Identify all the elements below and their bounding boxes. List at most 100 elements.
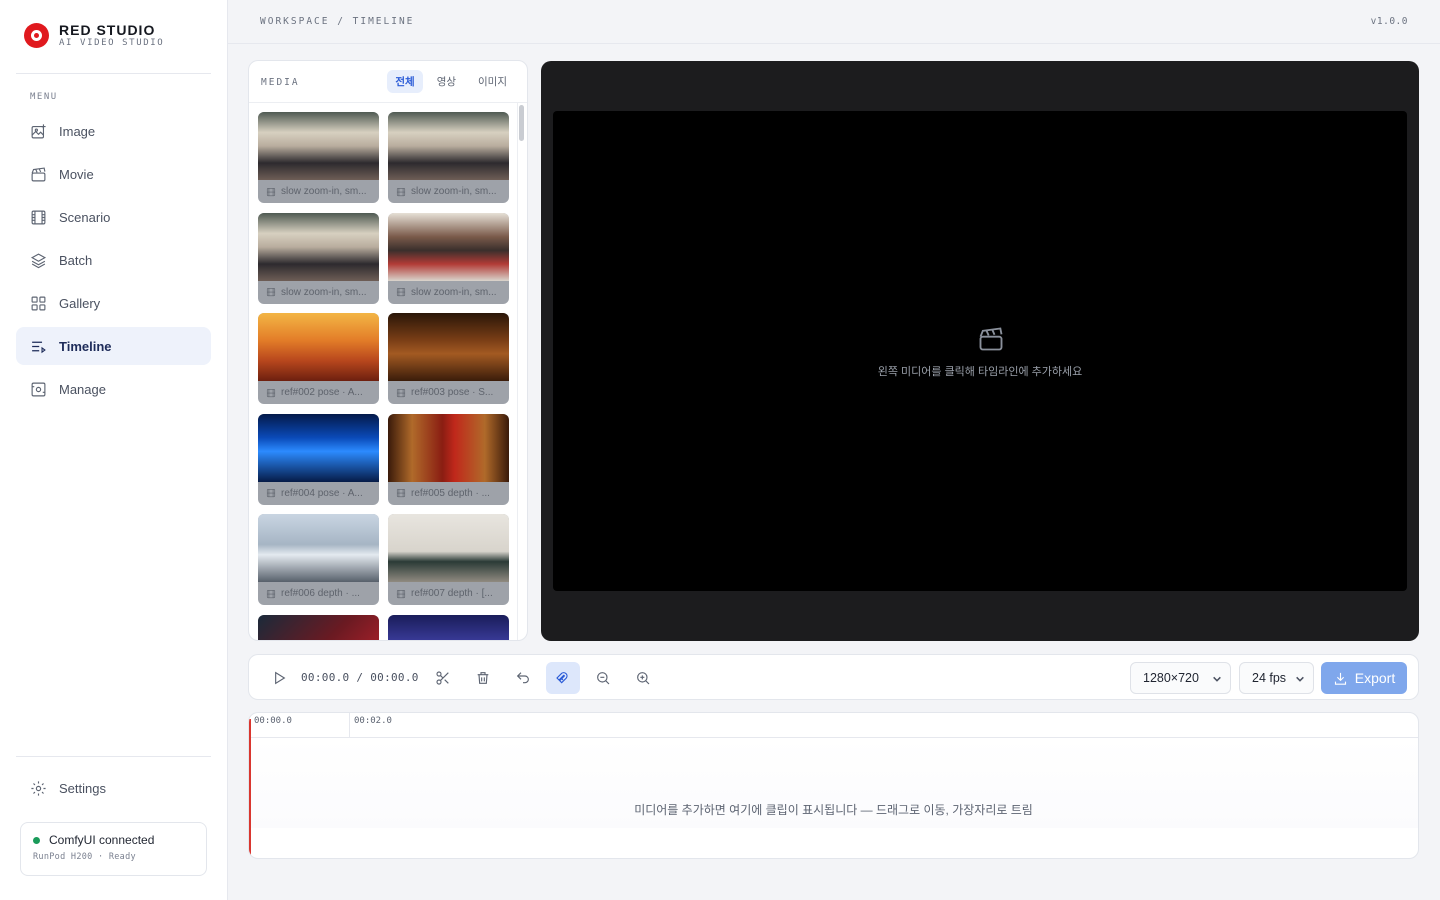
media-card[interactable]: slow zoom-in, sm... (388, 112, 509, 203)
media-caption: slow zoom-in, sm... (388, 281, 509, 304)
undo-button[interactable] (506, 662, 540, 694)
media-thumbnail (388, 614, 509, 640)
brand[interactable]: RED STUDIO AI VIDEO STUDIO (24, 22, 164, 49)
sidebar-item-settings[interactable]: Settings (16, 769, 211, 807)
brand-subtitle: AI VIDEO STUDIO (59, 38, 165, 48)
media-thumbnail (388, 212, 509, 281)
media-thumbnail (258, 313, 379, 381)
media-card[interactable]: slow zoom-in, sm... (258, 112, 379, 203)
status-title: ComfyUI connected (49, 833, 155, 847)
media-caption: slow zoom-in, sm... (258, 180, 379, 203)
sidebar-divider (16, 73, 211, 74)
media-card[interactable]: slow zoom-in, sm... (388, 212, 509, 304)
playhead[interactable] (249, 719, 251, 858)
media-thumbnail (258, 212, 379, 281)
media-title: MEDIA (261, 77, 300, 88)
chevron-down-icon (1296, 676, 1304, 682)
preview-empty-text: 왼쪽 미디어를 클릭해 타임라인에 추가하세요 (877, 366, 1083, 378)
sidebar-divider (16, 756, 211, 757)
media-thumbnail (258, 413, 379, 482)
brand-logo-icon (24, 23, 49, 48)
film-icon (396, 488, 406, 498)
snap-toggle[interactable] (546, 662, 580, 694)
sidebar-item-manage[interactable]: Manage (16, 370, 211, 408)
timeline-tracks[interactable]: 미디어를 추가하면 여기에 클립이 표시됩니다 — 드래그로 이동, 가장자리로… (249, 738, 1418, 828)
trash-icon (477, 672, 489, 684)
media-card[interactable]: ref#007 depth · [... (388, 514, 509, 605)
sidebar-item-label: Manage (59, 381, 106, 397)
tab-image[interactable]: 이미지 (470, 70, 515, 93)
gear-icon (31, 780, 46, 796)
clapperboard-icon (31, 166, 46, 181)
media-card[interactable]: ref#004 pose · A... (258, 413, 379, 505)
media-caption: ref#004 pose · A... (258, 482, 379, 505)
media-caption: ref#003 pose · S... (388, 381, 509, 404)
sidebar-item-batch[interactable]: Batch (16, 241, 211, 279)
grid-icon (31, 296, 46, 310)
sidebar-item-gallery[interactable]: Gallery (16, 284, 211, 322)
film-icon (266, 187, 276, 196)
manage-icon (31, 382, 46, 396)
delete-button[interactable] (466, 662, 500, 694)
film-icon (396, 589, 406, 598)
sidebar-item-image[interactable]: Image (16, 112, 211, 150)
time-display: 00:00.0 / 00:00.0 (301, 671, 419, 684)
sidebar-item-movie[interactable]: Movie (16, 155, 211, 193)
film-icon (396, 388, 406, 397)
layers-icon (30, 252, 47, 268)
sidebar-item-label: Batch (59, 252, 93, 268)
sidebar-item-label: Settings (59, 780, 106, 796)
media-caption-text: ref#005 depth · ... (411, 487, 490, 499)
status-dot-icon (33, 836, 40, 844)
film-icon (266, 589, 276, 598)
play-button[interactable] (262, 662, 296, 694)
film-icon (266, 488, 276, 498)
breadcrumb: WORKSPACE / TIMELINE (260, 16, 415, 27)
ruler-tick-line (349, 713, 350, 737)
media-caption-text: ref#003 pose · S... (411, 387, 494, 398)
media-thumbnail (258, 514, 379, 582)
tab-all[interactable]: 전체 (387, 70, 423, 93)
time-ruler[interactable]: 00:00.0 00:02.0 (249, 713, 1418, 738)
tab-video[interactable]: 영상 (429, 70, 464, 93)
media-caption: ref#006 depth · ... (258, 582, 379, 605)
sidebar-item-label: Image (59, 123, 96, 139)
media-card[interactable]: ref#005 depth · ... (388, 413, 509, 505)
media-card[interactable] (258, 614, 379, 640)
resolution-select[interactable]: 1280×720 (1130, 662, 1231, 694)
sidebar-item-timeline[interactable]: Timeline (16, 327, 211, 365)
timeline-empty-text: 미디어를 추가하면 여기에 클립이 표시됩니다 — 드래그로 이동, 가장자리로… (634, 803, 1033, 817)
export-button[interactable]: Export (1321, 662, 1407, 694)
zoom-in-button[interactable] (626, 662, 660, 694)
split-button[interactable] (426, 662, 460, 694)
media-caption-text: slow zoom-in, sm... (281, 286, 367, 298)
media-scrollbar[interactable] (519, 105, 524, 141)
zoom-out-button[interactable] (586, 662, 620, 694)
media-card[interactable]: slow zoom-in, sm... (258, 212, 379, 304)
film-icon (31, 210, 46, 224)
media-caption-text: ref#007 depth · [... (411, 588, 493, 599)
timeline-icon (32, 341, 46, 353)
preview-panel: 왼쪽 미디어를 클릭해 타임라인에 추가하세요 (541, 61, 1419, 641)
ruler-tick: 00:00.0 (254, 716, 292, 726)
topbar: WORKSPACE / TIMELINE v1.0.0 (228, 0, 1440, 44)
fps-select[interactable]: 24 fps (1239, 662, 1314, 694)
download-icon (1334, 672, 1346, 685)
preview-canvas[interactable]: 왼쪽 미디어를 클릭해 타임라인에 추가하세요 (553, 111, 1407, 591)
media-card[interactable]: ref#006 depth · ... (258, 514, 379, 605)
film-icon (396, 287, 406, 297)
zoom-out-icon (597, 672, 610, 685)
media-caption: ref#007 depth · [... (388, 582, 509, 605)
media-thumbnail (388, 112, 509, 180)
media-thumbnail (388, 313, 509, 381)
media-card[interactable]: ref#002 pose · A... (258, 313, 379, 404)
media-caption-text: slow zoom-in, sm... (411, 286, 497, 298)
media-card[interactable] (388, 614, 509, 640)
scroll-track (517, 103, 518, 640)
timeline-track-area[interactable]: 00:00.0 00:02.0 미디어를 추가하면 여기에 클립이 표시됩니다 … (248, 712, 1419, 859)
undo-icon (516, 672, 529, 684)
media-card[interactable]: ref#003 pose · S... (388, 313, 509, 404)
sidebar-item-label: Timeline (59, 338, 112, 354)
media-panel: MEDIA 전체 영상 이미지 slow zoom-in, sm... slow … (248, 60, 528, 641)
sidebar-item-scenario[interactable]: Scenario (16, 198, 211, 236)
